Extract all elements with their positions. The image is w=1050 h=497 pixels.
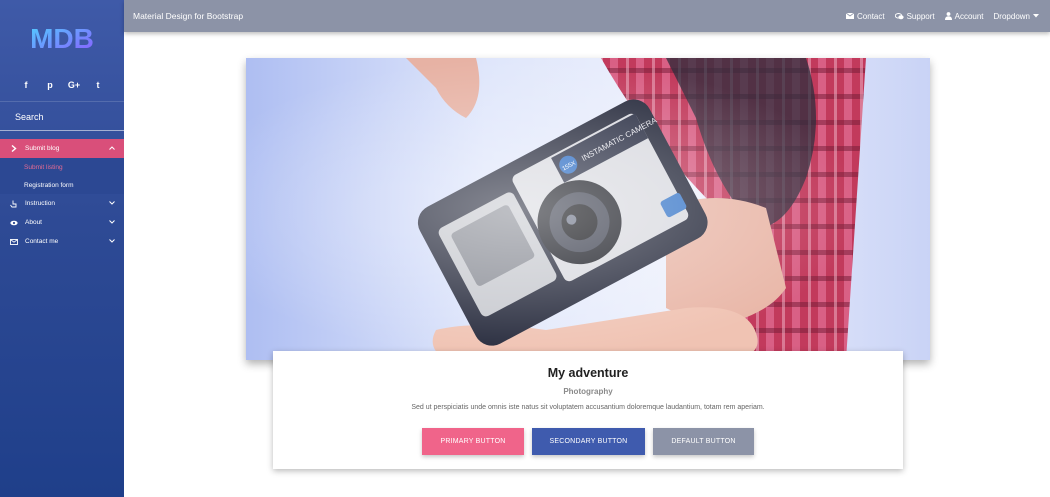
chevron-up-icon [109, 145, 115, 152]
sidebar-item-label: Contact me [25, 238, 59, 245]
pinterest-icon[interactable]: p [44, 78, 56, 92]
user-icon [944, 12, 952, 20]
search-input[interactable] [0, 104, 124, 130]
sidebar-subitem-submit-listing[interactable]: Submit listing [0, 158, 124, 176]
sidebar-item-label: Instruction [25, 200, 55, 207]
secondary-button[interactable]: SECONDARY BUTTON [532, 428, 645, 455]
nav-link-label: Account [954, 11, 984, 21]
search-field [0, 104, 124, 131]
nav-link-label: Dropdown [993, 11, 1030, 21]
sidebar-item-about[interactable]: About [0, 213, 124, 232]
sidebar-item-label: About [25, 219, 42, 226]
sidebar-item-submit-blog[interactable]: Submit blog [0, 139, 124, 158]
nav-link-contact[interactable]: Contact [846, 12, 885, 21]
sidebar-subitem-registration-form[interactable]: Registration form [0, 176, 124, 194]
nav-link-support[interactable]: Support [894, 11, 935, 21]
sidebar-menu: Submit blog Submit listing Registration … [0, 139, 124, 251]
envelope-icon [846, 13, 855, 19]
nav-link-label: Support [906, 11, 935, 21]
chevron-down-icon [109, 219, 115, 226]
card-buttons: PRIMARY BUTTON SECONDARY BUTTON DEFAULT … [273, 428, 903, 455]
nav-dropdown[interactable]: Dropdown [994, 12, 1039, 21]
twitter-icon[interactable]: t [92, 78, 104, 92]
default-button[interactable]: DEFAULT BUTTON [653, 428, 754, 455]
card-subtitle: Photography [563, 387, 613, 396]
caret-down-icon [1033, 14, 1039, 18]
chevron-right-icon [9, 145, 19, 152]
card-image: 155X INSTAMATIC CAMERA [246, 58, 930, 360]
top-navbar: Material Design for Bootstrap Contact Su… [124, 0, 1050, 32]
navbar-brand[interactable]: Material Design for Bootstrap [124, 11, 243, 21]
primary-button[interactable]: PRIMARY BUTTON [422, 428, 524, 455]
google-plus-icon[interactable]: G+ [68, 78, 80, 92]
card-body: My adventure Photography Sed ut perspici… [273, 351, 903, 469]
chevron-down-icon [109, 238, 115, 245]
chevron-down-icon [109, 200, 115, 207]
nav-link-label: Contact [857, 11, 885, 21]
facebook-icon[interactable]: f [20, 78, 32, 92]
sidebar-divider [0, 101, 124, 102]
navbar-links: Contact Support Account Dropdown [846, 12, 1050, 21]
logo-text: MDB [30, 23, 94, 53]
sidebar-item-label: Submit blog [25, 145, 60, 152]
social-links: f p G+ t [0, 78, 124, 92]
sidebar-item-contact-me[interactable]: Contact me [0, 232, 124, 251]
hand-pointer-icon [9, 200, 19, 208]
card-title: My adventure [547, 366, 629, 380]
comments-icon [894, 12, 904, 20]
sidebar-item-instruction[interactable]: Instruction [0, 194, 124, 213]
nav-link-account[interactable]: Account [944, 11, 984, 21]
logo[interactable]: MDB [0, 18, 124, 58]
card-text: Sed ut perspiciatis unde omnis iste natu… [411, 404, 765, 411]
eye-icon [9, 220, 19, 226]
envelope-icon [9, 238, 19, 245]
sidebar: MDB f p G+ t Submit blog Submit listing … [0, 0, 124, 497]
